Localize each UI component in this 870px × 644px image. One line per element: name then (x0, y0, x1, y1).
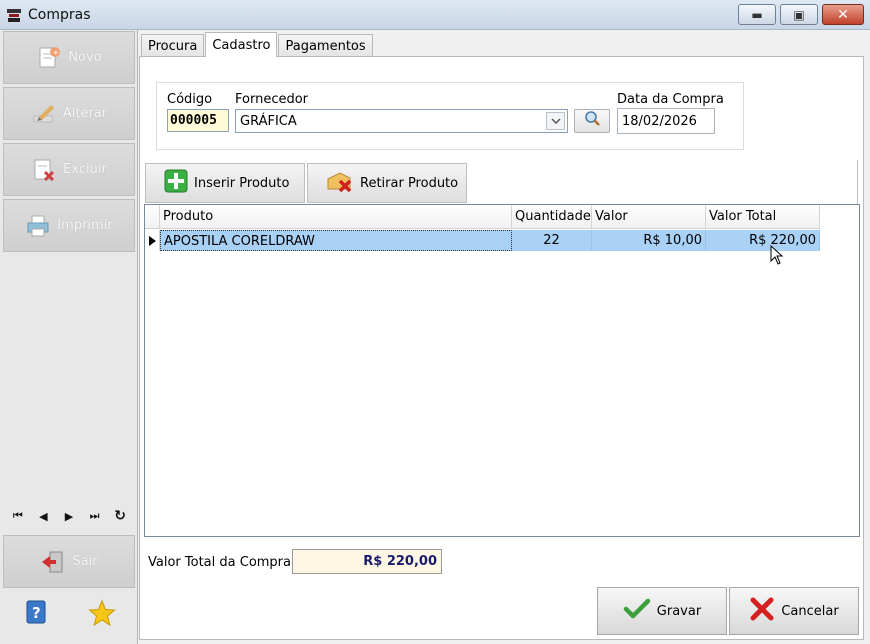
fornecedor-value: GRÁFICA (240, 114, 297, 129)
sidebar: + Novo Alterar Excluir Imprimir ⏮ ◀ ▶ ⏭ … (0, 30, 138, 644)
grid-header: Produto Quantidade Valor Valor Total (145, 205, 820, 229)
add-green-icon (164, 169, 188, 197)
excluir-button[interactable]: Excluir (3, 143, 135, 196)
new-document-icon: + (36, 45, 62, 71)
cell-valor[interactable]: R$ 10,00 (592, 230, 706, 251)
data-compra-label: Data da Compra (617, 92, 724, 107)
app-icon (6, 6, 24, 24)
svg-text:+: + (53, 48, 60, 57)
maximize-icon: ▣ (793, 7, 805, 22)
tab-pagamentos[interactable]: Pagamentos (278, 34, 373, 57)
row-indicator-icon (145, 230, 160, 251)
window-title: Compras (28, 7, 91, 23)
alterar-button[interactable]: Alterar (3, 87, 135, 140)
inserir-produto-label: Inserir Produto (194, 175, 290, 191)
retirar-produto-button[interactable]: Retirar Produto (307, 163, 467, 203)
sair-button[interactable]: Sair (3, 535, 135, 588)
fornecedor-label: Fornecedor (235, 92, 309, 107)
exit-door-icon (40, 549, 66, 575)
title-bar: Compras ▬ ▣ ✕ (0, 0, 870, 30)
cell-quantidade[interactable]: 22 (512, 230, 592, 251)
mouse-cursor-icon (770, 244, 784, 269)
data-compra-field[interactable]: 18/02/2026 (617, 108, 715, 134)
previous-record-icon[interactable]: ◀ (32, 505, 54, 527)
gravar-label: Gravar (656, 603, 702, 619)
indicator-header (145, 205, 160, 229)
novo-label: Novo (68, 50, 102, 65)
novo-button[interactable]: + Novo (3, 31, 135, 84)
first-record-icon[interactable]: ⏮ (7, 505, 29, 527)
delete-document-icon (31, 157, 57, 183)
sidebar-bottom-icons: ? (3, 592, 135, 638)
inserir-produto-button[interactable]: Inserir Produto (145, 163, 305, 203)
next-record-icon[interactable]: ▶ (58, 505, 80, 527)
search-fornecedor-button[interactable] (574, 109, 610, 133)
header-valor-total[interactable]: Valor Total (706, 205, 820, 229)
codigo-label: Código (167, 92, 213, 107)
sair-label: Sair (72, 554, 98, 569)
record-navigator: ⏮ ◀ ▶ ⏭ ↻ (3, 504, 135, 528)
maximize-button[interactable]: ▣ (780, 4, 818, 25)
table-row[interactable]: APOSTILA CORELDRAW 22 R$ 10,00 R$ 220,00 (145, 230, 820, 251)
minimize-icon: ▬ (751, 7, 763, 22)
help-book-icon[interactable]: ? (23, 599, 49, 631)
imprimir-button[interactable]: Imprimir (3, 199, 135, 252)
refresh-icon[interactable]: ↻ (109, 505, 131, 527)
fornecedor-combobox[interactable]: GRÁFICA (235, 109, 568, 133)
codigo-field[interactable]: 000005 (167, 109, 229, 132)
edit-pencil-icon (31, 101, 57, 127)
search-icon (583, 110, 601, 132)
valor-total-field: R$ 220,00 (292, 549, 442, 574)
last-record-icon[interactable]: ⏭ (84, 505, 106, 527)
close-icon: ✕ (837, 6, 849, 23)
header-quantidade[interactable]: Quantidade (512, 205, 592, 229)
excluir-label: Excluir (63, 162, 107, 177)
header-produto[interactable]: Produto (160, 205, 512, 229)
tab-cadastro[interactable]: Cadastro (205, 32, 278, 57)
chevron-down-icon[interactable] (546, 112, 565, 130)
minimize-button[interactable]: ▬ (738, 4, 776, 25)
divider (857, 160, 858, 205)
valor-total-label: Valor Total da Compra: (148, 555, 296, 570)
header-valor[interactable]: Valor (592, 205, 706, 229)
cell-produto[interactable]: APOSTILA CORELDRAW (160, 230, 512, 251)
alterar-label: Alterar (62, 106, 108, 121)
close-button[interactable]: ✕ (822, 4, 864, 25)
printer-icon (25, 213, 51, 239)
gravar-button[interactable]: Gravar (597, 587, 727, 635)
tab-procura[interactable]: Procura (141, 34, 205, 57)
cancelar-label: Cancelar (781, 603, 839, 619)
imprimir-label: Imprimir (57, 218, 113, 233)
svg-text:?: ? (32, 604, 41, 622)
product-grid[interactable]: Produto Quantidade Valor Valor Total APO… (144, 204, 860, 537)
cancel-x-icon (749, 596, 775, 626)
cancelar-button[interactable]: Cancelar (729, 587, 859, 635)
star-icon[interactable] (87, 599, 116, 631)
checkmark-icon (623, 597, 651, 625)
remove-box-icon (326, 169, 354, 197)
cell-valor-total[interactable]: R$ 220,00 (706, 230, 820, 251)
tab-bar: Procura Cadastro Pagamentos (141, 32, 374, 57)
retirar-produto-label: Retirar Produto (360, 175, 459, 191)
